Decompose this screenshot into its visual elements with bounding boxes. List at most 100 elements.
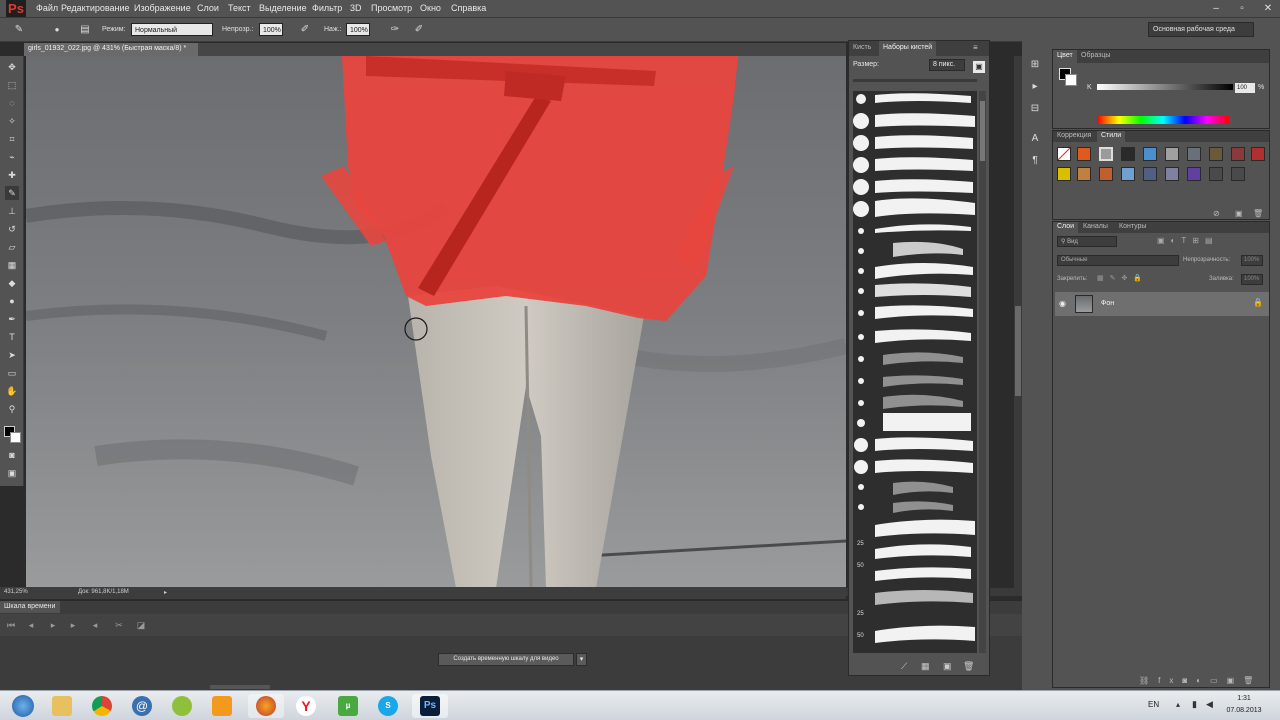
- timeline-dropdown-icon[interactable]: ▾: [576, 653, 587, 666]
- size-slider[interactable]: [853, 79, 977, 82]
- paragraph-icon[interactable]: ¶: [1026, 152, 1044, 170]
- taskbar-mail[interactable]: @: [124, 694, 160, 718]
- minimize-icon[interactable]: –: [1204, 0, 1228, 18]
- status-arrow-icon[interactable]: ▸: [164, 589, 167, 596]
- taskbar-photoshop[interactable]: Ps: [412, 694, 448, 718]
- screen-mode-icon[interactable]: ▣: [5, 466, 19, 480]
- transition-icon[interactable]: ◪: [134, 618, 148, 632]
- eye-icon[interactable]: ◉: [1059, 299, 1066, 308]
- history-icon[interactable]: ⊞: [1026, 56, 1044, 74]
- blend-mode-select[interactable]: Обычные: [1057, 255, 1179, 266]
- character-icon[interactable]: A: [1026, 130, 1044, 148]
- layer-filter-select[interactable]: ⚲ Вид: [1057, 236, 1117, 247]
- menu-window[interactable]: Окно: [420, 3, 441, 13]
- image-canvas[interactable]: [26, 56, 846, 588]
- crop-tool-icon[interactable]: ⌗: [5, 132, 19, 146]
- style-swatch[interactable]: [1187, 167, 1201, 181]
- trash-icon[interactable]: 🗑: [963, 661, 974, 672]
- quick-select-tool-icon[interactable]: ✧: [5, 114, 19, 128]
- delete-style-icon[interactable]: 🗑: [1253, 209, 1263, 218]
- tab-color[interactable]: Цвет: [1053, 50, 1077, 63]
- hand-tool-icon[interactable]: ✋: [5, 384, 19, 398]
- brush-tool-icon[interactable]: ✎: [5, 186, 19, 200]
- history-brush-tool-icon[interactable]: ↺: [5, 222, 19, 236]
- go-first-frame-icon[interactable]: ⏮: [4, 618, 18, 632]
- move-tool-icon[interactable]: ✥: [5, 60, 19, 74]
- pressure-size-icon[interactable]: ✐: [412, 23, 426, 37]
- cut-icon[interactable]: ✂: [112, 618, 126, 632]
- grid-icon[interactable]: ▦: [921, 661, 930, 672]
- menu-view[interactable]: Просмотр: [371, 3, 412, 13]
- menu-file[interactable]: Файл: [36, 3, 58, 13]
- actions-icon[interactable]: ▸: [1026, 78, 1044, 96]
- style-swatch[interactable]: [1251, 147, 1265, 161]
- tab-paths[interactable]: Контуры: [1115, 222, 1150, 233]
- style-swatch[interactable]: [1165, 147, 1179, 161]
- style-swatch[interactable]: [1099, 167, 1113, 181]
- zoom-level[interactable]: 431,25%: [4, 589, 28, 595]
- brush-list-scrollbar[interactable]: [979, 91, 986, 653]
- menu-help[interactable]: Справка: [451, 3, 486, 13]
- close-icon[interactable]: ✕: [1256, 0, 1280, 18]
- taskbar-yandex[interactable]: Y: [288, 694, 324, 718]
- properties-icon[interactable]: ⊟: [1026, 100, 1044, 118]
- background-color-swatch[interactable]: [10, 432, 21, 443]
- tab-channels[interactable]: Каналы: [1079, 222, 1112, 233]
- menu-layers[interactable]: Слои: [197, 3, 219, 13]
- new-preset-icon[interactable]: ▣: [973, 61, 985, 73]
- style-swatch[interactable]: [1121, 167, 1135, 181]
- marquee-tool-icon[interactable]: ⬚: [5, 78, 19, 92]
- k-slider[interactable]: [1097, 84, 1233, 90]
- clock-date[interactable]: 07.08.2013: [1222, 707, 1266, 714]
- eyedropper-tool-icon[interactable]: ⌁: [5, 150, 19, 164]
- brush-tool-icon[interactable]: ✎: [12, 23, 26, 37]
- vertical-scrollbar[interactable]: [1014, 56, 1022, 588]
- style-swatch[interactable]: [1077, 167, 1091, 181]
- create-video-timeline-button[interactable]: Создать временную шкалу для видео: [438, 653, 574, 666]
- taskbar-firefox[interactable]: [248, 694, 284, 718]
- tab-layers[interactable]: Слои: [1053, 222, 1079, 233]
- path-select-tool-icon[interactable]: ➤: [5, 348, 19, 362]
- pen-tool-icon[interactable]: ✒: [5, 312, 19, 326]
- document-tab[interactable]: girls_01932_022.jpg @ 431% (Быстрая маск…: [24, 43, 198, 56]
- zoom-tool-icon[interactable]: ⚲: [5, 402, 19, 416]
- clear-style-icon[interactable]: ⊘: [1213, 209, 1220, 218]
- blur-tool-icon[interactable]: ◆: [5, 276, 19, 290]
- style-swatch[interactable]: [1165, 167, 1179, 181]
- lock-icons[interactable]: ▦✎✥🔒: [1097, 274, 1148, 282]
- lasso-tool-icon[interactable]: ◌: [5, 96, 19, 110]
- color-spectrum[interactable]: [1097, 116, 1229, 124]
- prev-frame-icon[interactable]: ◂: [24, 618, 38, 632]
- tab-swatches[interactable]: Образцы: [1077, 50, 1114, 63]
- layer-filter-icons[interactable]: ▣◐T⊞▤: [1157, 236, 1219, 245]
- gradient-tool-icon[interactable]: ▦: [5, 258, 19, 272]
- tab-styles[interactable]: Стили: [1097, 131, 1126, 142]
- volume-icon[interactable]: ◀: [1206, 699, 1213, 710]
- size-input[interactable]: 8 пикс.: [929, 59, 965, 71]
- menu-filter[interactable]: Фильтр: [312, 3, 342, 13]
- taskbar-chrome[interactable]: [84, 694, 120, 718]
- taskbar-skype[interactable]: S: [370, 694, 406, 718]
- menu-image[interactable]: Изображение: [134, 3, 191, 13]
- new-style-icon[interactable]: ▣: [1235, 209, 1243, 218]
- style-swatch[interactable]: [1143, 147, 1157, 161]
- color-background[interactable]: [1065, 74, 1077, 86]
- tab-brush-presets[interactable]: Наборы кистей: [879, 41, 937, 56]
- menu-3d[interactable]: 3D: [350, 3, 362, 13]
- brush-preset-icon[interactable]: ●: [50, 23, 64, 37]
- menu-edit[interactable]: Редактирование: [61, 3, 130, 13]
- style-swatch[interactable]: [1077, 147, 1091, 161]
- next-frame-icon[interactable]: ▸: [66, 618, 80, 632]
- k-value-input[interactable]: 100: [1235, 83, 1255, 93]
- audio-icon[interactable]: ◂: [88, 618, 102, 632]
- play-icon[interactable]: ▸: [46, 618, 60, 632]
- type-tool-icon[interactable]: T: [5, 330, 19, 344]
- menu-text[interactable]: Текст: [228, 3, 251, 13]
- quick-mask-icon[interactable]: ◙: [5, 448, 19, 462]
- layer-row[interactable]: ◉ Фон 🔒: [1055, 292, 1269, 316]
- style-swatch[interactable]: [1231, 167, 1245, 181]
- opacity-input[interactable]: 100%: [259, 23, 283, 36]
- stamp-tool-icon[interactable]: ⊥: [5, 204, 19, 218]
- style-swatch[interactable]: [1121, 147, 1135, 161]
- panel-menu-icon[interactable]: ≡: [973, 43, 978, 52]
